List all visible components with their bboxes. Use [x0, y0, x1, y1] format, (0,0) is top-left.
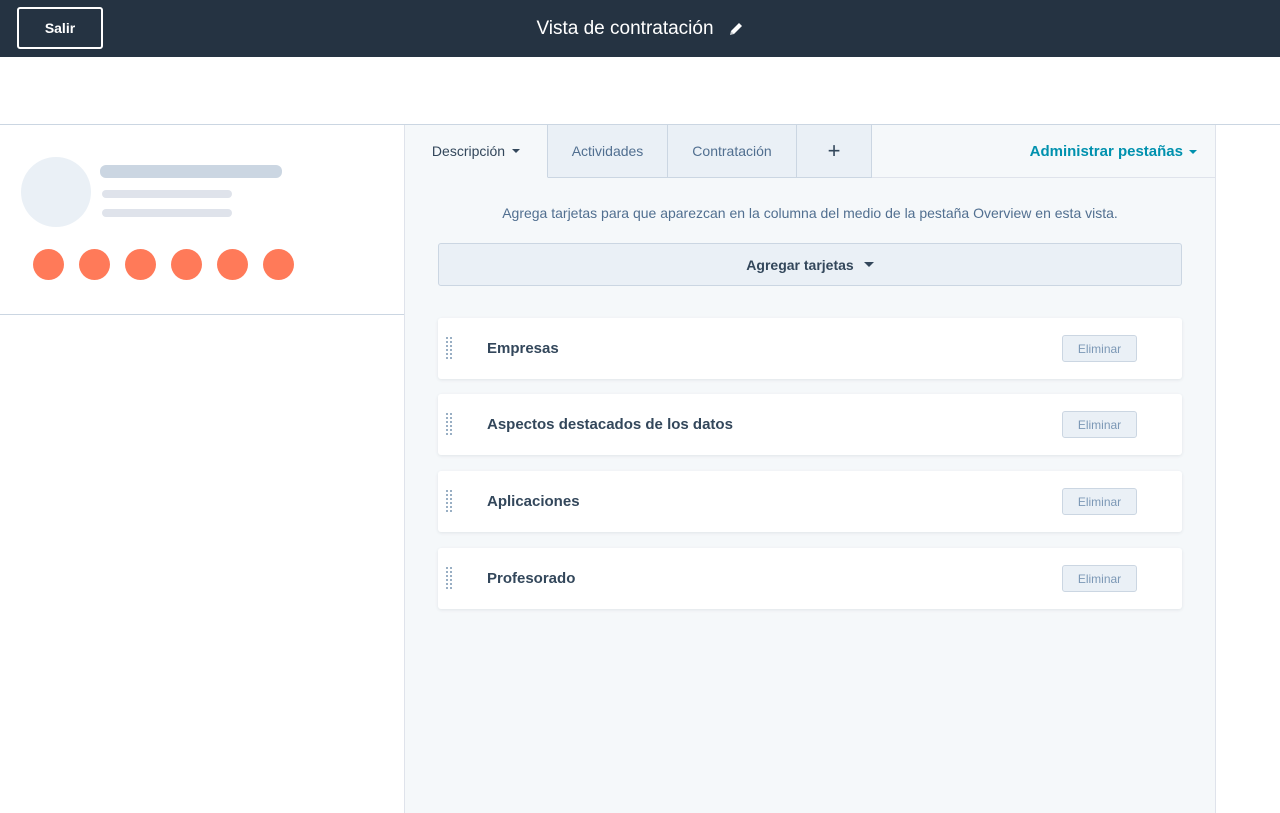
view-title[interactable]: Vista de contratación: [536, 18, 713, 40]
tab-descripcion[interactable]: Descripción: [405, 125, 548, 178]
detail-skeleton: [102, 190, 232, 198]
caret-down-icon: [863, 262, 874, 267]
quick-actions: [33, 249, 294, 280]
record-preview-panel: [0, 125, 404, 315]
hint-text: Agrega tarjetas para que aparezcan en la…: [502, 205, 1118, 221]
tab-label: Descripción: [431, 143, 506, 159]
manage-tabs-link[interactable]: Administrar pestañas: [1030, 125, 1197, 178]
card-row: Aspectos destacados de los datos Elimina…: [438, 394, 1182, 455]
middle-column-editor: Descripción Actividades Contratación + A…: [404, 125, 1216, 813]
detail-skeleton: [102, 209, 232, 217]
card-row: Aplicaciones Eliminar: [438, 471, 1182, 532]
card-row: Empresas Eliminar: [438, 318, 1182, 379]
tab-label: Actividades: [571, 143, 644, 159]
remove-card-button[interactable]: Eliminar: [1062, 335, 1137, 362]
avatar-placeholder: [21, 157, 91, 227]
add-tab-button[interactable]: +: [797, 125, 872, 178]
quick-action-dot[interactable]: [125, 249, 156, 280]
remove-card-button[interactable]: Eliminar: [1062, 565, 1137, 592]
top-bar: Salir Vista de contratación: [0, 0, 1280, 57]
tab-contratacion[interactable]: Contratación: [668, 125, 797, 178]
plus-icon: +: [827, 138, 841, 163]
manage-tabs-label: Administrar pestañas: [1029, 143, 1183, 160]
drag-handle-icon[interactable]: [446, 567, 453, 591]
exit-button[interactable]: Salir: [17, 7, 103, 49]
quick-action-dot[interactable]: [33, 249, 64, 280]
tab-label: Contratación: [692, 143, 772, 159]
card-title: Aplicaciones: [487, 493, 580, 510]
tabs-row: Descripción Actividades Contratación + A…: [405, 125, 1215, 178]
card-row: Profesorado Eliminar: [438, 548, 1182, 609]
drag-handle-icon[interactable]: [446, 490, 453, 514]
caret-down-icon: [512, 149, 521, 153]
quick-action-dot[interactable]: [217, 249, 248, 280]
caret-down-icon: [1189, 149, 1197, 154]
remove-card-button[interactable]: Eliminar: [1062, 411, 1137, 438]
card-title: Aspectos destacados de los datos: [487, 416, 733, 433]
name-skeleton: [100, 165, 282, 178]
tab-actividades[interactable]: Actividades: [548, 125, 668, 178]
quick-action-dot[interactable]: [79, 249, 110, 280]
pencil-icon[interactable]: [728, 21, 744, 37]
drag-handle-icon[interactable]: [446, 413, 453, 437]
card-title: Empresas: [487, 340, 559, 357]
view-title-container: Vista de contratación: [0, 0, 1280, 57]
remove-card-button[interactable]: Eliminar: [1062, 488, 1137, 515]
quick-action-dot[interactable]: [171, 249, 202, 280]
drag-handle-icon[interactable]: [446, 337, 453, 361]
add-cards-label: Agregar tarjetas: [746, 256, 854, 273]
add-cards-button[interactable]: Agregar tarjetas: [438, 243, 1182, 286]
quick-action-dot[interactable]: [263, 249, 294, 280]
card-title: Profesorado: [487, 570, 576, 587]
